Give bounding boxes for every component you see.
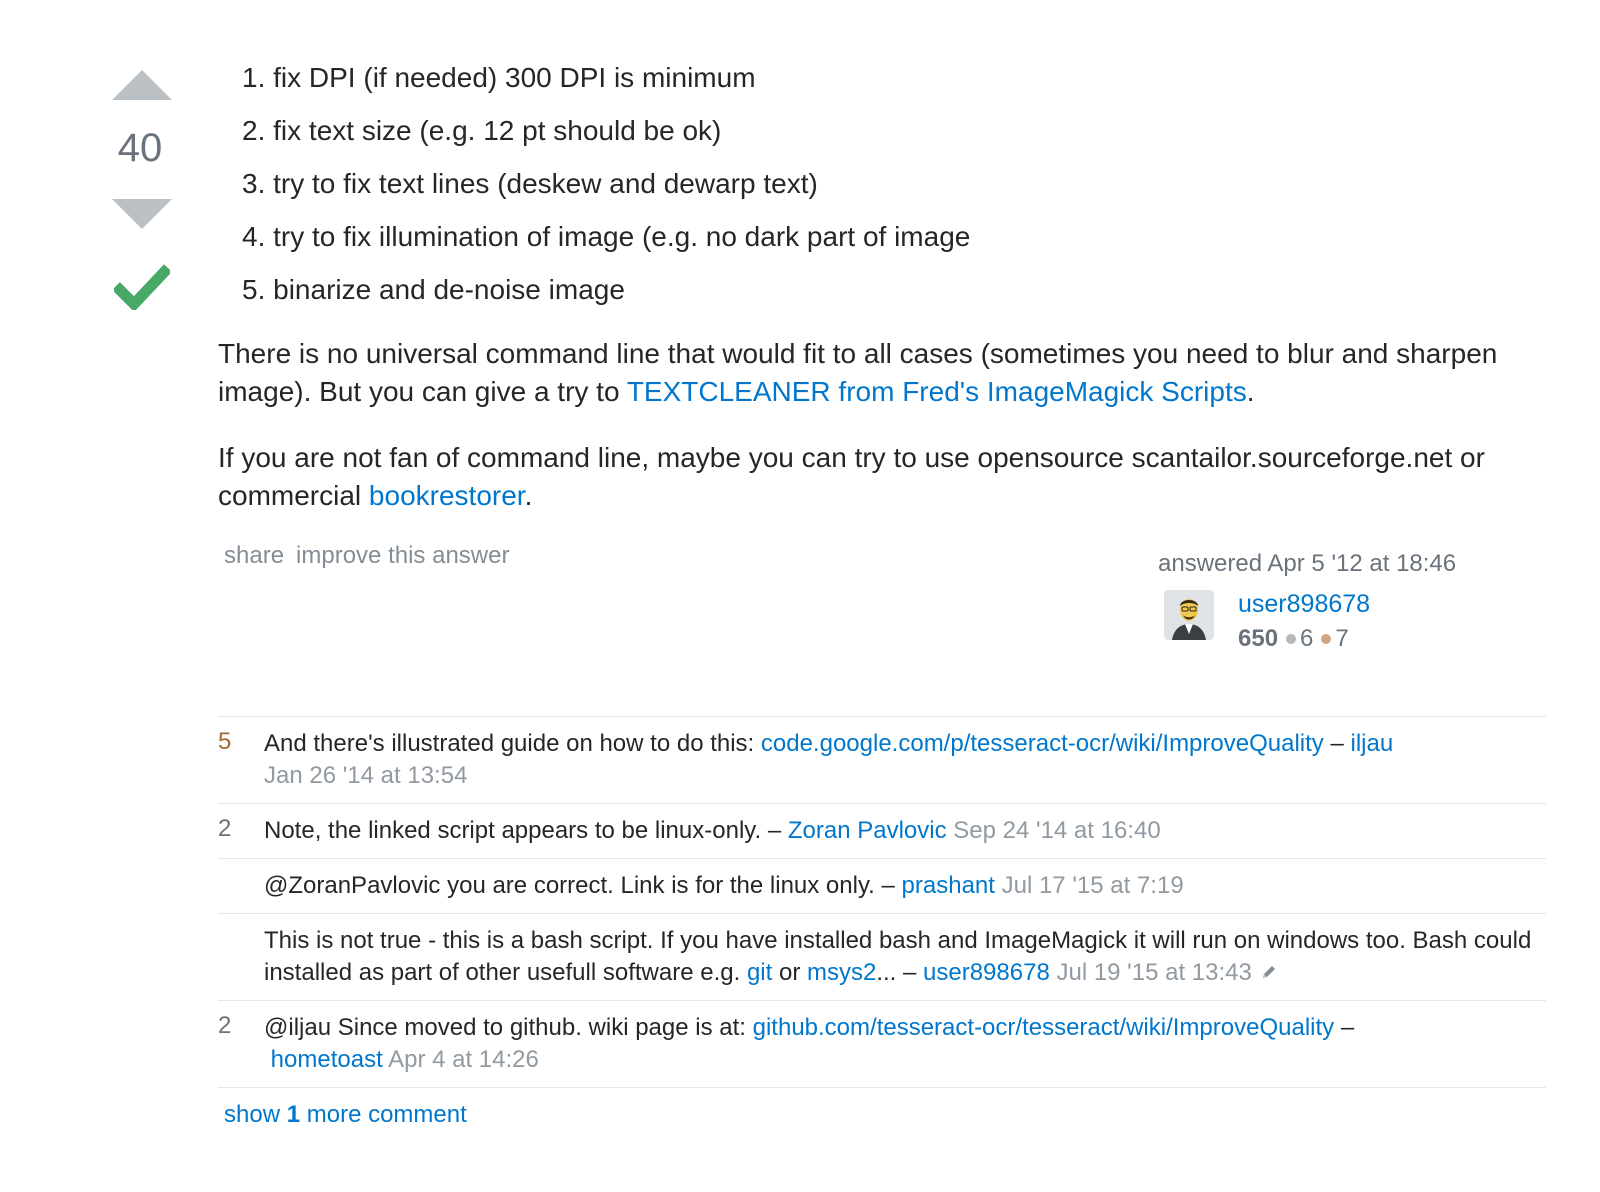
comment-row: This is not true - this is a bash script… xyxy=(218,913,1546,1000)
comments-list: 5 And there's illustrated guide on how t… xyxy=(218,716,1546,1088)
list-item: 4. try to fix illumination of image (e.g… xyxy=(242,221,971,252)
upvote-arrow-icon[interactable] xyxy=(112,70,172,100)
comment-date[interactable]: Jul 19 '15 at 13:43 xyxy=(1056,959,1251,986)
silver-badge-count: 6 xyxy=(1300,625,1314,652)
accepted-checkmark-icon xyxy=(114,264,170,310)
share-link[interactable]: share xyxy=(224,542,284,569)
comment-row: 2 @iljau Since moved to github. wiki pag… xyxy=(218,1000,1546,1087)
comment-text: And there's illustrated guide on how to … xyxy=(264,730,761,757)
user-avatar-icon xyxy=(1164,590,1214,640)
comment-row: @ZoranPavlovic you are correct. Link is … xyxy=(218,858,1546,913)
list-item: 2. fix text size (e.g. 12 pt should be o… xyxy=(242,115,722,146)
answered-timestamp: answered Apr 5 '12 at 18:46 xyxy=(1158,550,1457,577)
comment-text: ... – xyxy=(876,959,924,986)
comment-date[interactable]: Jul 17 '15 at 7:19 xyxy=(1002,872,1184,899)
show-more-text: more comment xyxy=(300,1101,467,1128)
comment-user-link[interactable]: iljau xyxy=(1350,730,1393,757)
comment-date[interactable]: Sep 24 '14 at 16:40 xyxy=(953,817,1160,844)
comment-link[interactable]: code.google.com/p/tesseract-ocr/wiki/Imp… xyxy=(761,730,1324,757)
steps-list: 1. fix DPI (if needed) 300 DPI is minimu… xyxy=(242,56,970,321)
comment-dash: – xyxy=(1323,730,1351,757)
list-item: 5. binarize and de-noise image xyxy=(242,274,625,305)
list-item: 3. try to fix text lines (deskew and dew… xyxy=(242,168,818,199)
improve-answer-link[interactable]: improve this answer xyxy=(296,542,509,569)
msys2-link[interactable]: msys2 xyxy=(807,959,876,986)
comment-text: @iljau Since moved to github. wiki page … xyxy=(264,1014,753,1041)
comment-row: 2 Note, the linked script appears to be … xyxy=(218,803,1546,858)
username-link[interactable]: user898678 xyxy=(1238,590,1370,619)
comment-text: Note, the linked script appears to be li… xyxy=(264,817,788,844)
comment-body: Note, the linked script appears to be li… xyxy=(264,804,1546,858)
comment-date[interactable]: Apr 4 at 14:26 xyxy=(388,1046,539,1073)
comment-score: 5 xyxy=(218,728,232,755)
comment-body: This is not true - this is a bash script… xyxy=(264,914,1546,1000)
show-more-count: 1 xyxy=(286,1101,301,1128)
show-more-text: show xyxy=(224,1101,287,1128)
comment-body: And there's illustrated guide on how to … xyxy=(264,717,1546,803)
paragraph: If you are not fan of command line, mayb… xyxy=(218,439,1518,515)
reputation-score: 650 xyxy=(1238,625,1279,652)
downvote-arrow-icon[interactable] xyxy=(112,199,172,229)
comments-divider xyxy=(218,1087,1546,1088)
comment-row: 5 And there's illustrated guide on how t… xyxy=(218,716,1546,803)
vote-count: 40 xyxy=(117,126,163,170)
list-item: 1. fix DPI (if needed) 300 DPI is minimu… xyxy=(242,62,756,93)
avatar[interactable] xyxy=(1164,590,1214,640)
show-more-comments-link[interactable]: show 1 more comment xyxy=(224,1101,467,1129)
comment-date[interactable]: Jan 26 '14 at 13:54 xyxy=(264,762,467,789)
paragraph: There is no universal command line that … xyxy=(218,335,1518,411)
git-link[interactable]: git xyxy=(747,959,772,986)
comment-body: @iljau Since moved to github. wiki page … xyxy=(264,1001,1546,1087)
comment-score: 2 xyxy=(218,1012,232,1039)
comment-user-link[interactable]: Zoran Pavlovic xyxy=(788,817,947,844)
comment-score: 2 xyxy=(218,815,232,842)
post-actions: share improve this answer xyxy=(224,542,521,570)
reputation: 650 6 7 xyxy=(1238,625,1349,653)
comment-user-link[interactable]: user898678 xyxy=(923,959,1050,986)
textcleaner-link[interactable]: TEXTCLEANER from Fred's ImageMagick Scri… xyxy=(627,376,1247,407)
pencil-icon xyxy=(1262,966,1275,978)
paragraph-text: . xyxy=(1246,376,1255,407)
comment-user-link[interactable]: prashant xyxy=(902,872,995,899)
comment-text: or xyxy=(772,959,807,986)
bronze-badge-count: 7 xyxy=(1335,625,1349,652)
comment-user-link[interactable]: hometoast xyxy=(271,1046,383,1073)
bookrestorer-link[interactable]: bookrestorer xyxy=(369,480,525,511)
paragraph-text: . xyxy=(524,480,533,511)
comment-link[interactable]: github.com/tesseract-ocr/tesseract/wiki/… xyxy=(753,1014,1335,1041)
comment-text: @ZoranPavlovic you are correct. Link is … xyxy=(264,872,902,899)
comment-body: @ZoranPavlovic you are correct. Link is … xyxy=(264,859,1546,913)
comment-dash: – xyxy=(1334,1014,1355,1041)
silver-badge-icon xyxy=(1286,633,1297,644)
bronze-badge-icon xyxy=(1321,633,1332,644)
